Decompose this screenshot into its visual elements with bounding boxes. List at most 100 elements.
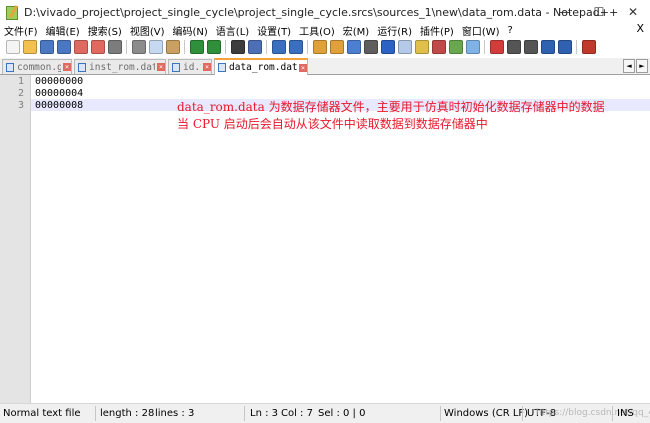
- toolbar: [0, 38, 650, 56]
- tab-label: id.v: [183, 61, 201, 73]
- menu-language[interactable]: 语言(L): [212, 23, 253, 38]
- status-lines: lines : 3: [155, 408, 195, 419]
- tab-close-icon[interactable]: ×: [157, 63, 165, 71]
- toolbar-separator: [484, 40, 485, 54]
- line-number: 2: [17, 88, 24, 99]
- tab-common-go[interactable]: common.go ×: [2, 59, 72, 74]
- toolbar-separator: [266, 40, 267, 54]
- open-file-icon[interactable]: [22, 40, 37, 54]
- tab-label: inst_rom.data: [89, 61, 155, 73]
- menu-bar: 文件(F) 编辑(E) 搜索(S) 视图(V) 编码(N) 语言(L) 设置(T…: [0, 22, 650, 38]
- redo-icon[interactable]: [206, 40, 221, 54]
- tab-close-icon[interactable]: ×: [203, 63, 211, 71]
- code-line: 00000000: [35, 76, 84, 87]
- window-title: D:\vivado_project\project_single_cycle\p…: [24, 5, 619, 19]
- stop-macro-icon[interactable]: [506, 40, 521, 54]
- word-wrap-icon[interactable]: [346, 40, 361, 54]
- tab-scroll-controls: ◄ ►: [622, 59, 648, 73]
- tab-data-rom-data[interactable]: data_rom.data ×: [214, 58, 308, 75]
- sync-vertical-icon[interactable]: [312, 40, 327, 54]
- code-line: 00000008: [35, 100, 84, 111]
- line-number: 1: [17, 76, 24, 87]
- save-all-icon[interactable]: [56, 40, 71, 54]
- window-controls: — ☐ ✕: [548, 0, 650, 24]
- spell-check-icon[interactable]: [581, 40, 596, 54]
- maximize-button[interactable]: ☐: [582, 0, 616, 24]
- function-list-icon[interactable]: [431, 40, 446, 54]
- status-insert-mode[interactable]: INS: [617, 408, 634, 419]
- tab-inst-rom-data[interactable]: inst_rom.data ×: [74, 59, 166, 74]
- show-all-chars-icon[interactable]: [363, 40, 378, 54]
- close-document-button[interactable]: X: [636, 22, 644, 35]
- file-icon: [78, 62, 86, 72]
- close-all-icon[interactable]: [90, 40, 105, 54]
- play-macro-icon[interactable]: [523, 40, 538, 54]
- tab-id-v[interactable]: id.v ×: [168, 59, 212, 74]
- run-macro-multiple-icon[interactable]: [540, 40, 555, 54]
- monitoring-icon[interactable]: [465, 40, 480, 54]
- print-icon[interactable]: [107, 40, 122, 54]
- indent-guide-icon[interactable]: [380, 40, 395, 54]
- doc-map-icon[interactable]: [414, 40, 429, 54]
- file-icon: [6, 62, 14, 72]
- annotation-note: 当 CPU 启动后会自动从该文件中读取数据到数据存储器中: [177, 117, 488, 131]
- status-eol[interactable]: Windows (CR LF): [444, 408, 528, 419]
- menu-tools[interactable]: 工具(O): [295, 23, 339, 38]
- new-file-icon[interactable]: [5, 40, 20, 54]
- save-macro-icon[interactable]: [557, 40, 572, 54]
- status-line: Ln : 3: [250, 408, 278, 419]
- copy-icon[interactable]: [148, 40, 163, 54]
- toolbar-separator: [307, 40, 308, 54]
- code-line: 00000004: [35, 88, 84, 99]
- close-icon[interactable]: [73, 40, 88, 54]
- title-bar: D:\vivado_project\project_single_cycle\p…: [0, 0, 650, 24]
- toolbar-separator: [126, 40, 127, 54]
- record-macro-icon[interactable]: [489, 40, 504, 54]
- menu-encoding[interactable]: 编码(N): [169, 23, 212, 38]
- menu-edit[interactable]: 编辑(E): [42, 23, 84, 38]
- tab-scroll-right-icon[interactable]: ►: [636, 59, 648, 73]
- menu-plugins[interactable]: 插件(P): [416, 23, 458, 38]
- zoom-out-icon[interactable]: [288, 40, 303, 54]
- status-selection: Sel : 0 | 0: [318, 408, 366, 419]
- menu-file[interactable]: 文件(F): [0, 23, 42, 38]
- language-icon[interactable]: [397, 40, 412, 54]
- file-icon: [172, 62, 180, 72]
- menu-help[interactable]: ?: [504, 25, 517, 36]
- zoom-in-icon[interactable]: [271, 40, 286, 54]
- status-file-type: Normal text file: [3, 408, 81, 419]
- tab-label: data_rom.data: [229, 62, 297, 73]
- line-number: 3: [17, 100, 24, 111]
- tab-bar: common.go × inst_rom.data × id.v × data_…: [0, 58, 650, 75]
- close-window-button[interactable]: ✕: [616, 0, 650, 24]
- cut-icon[interactable]: [131, 40, 146, 54]
- menu-run[interactable]: 运行(R): [373, 23, 416, 38]
- minimize-button[interactable]: —: [548, 0, 582, 24]
- folder-workspace-icon[interactable]: [448, 40, 463, 54]
- file-icon: [218, 63, 226, 72]
- replace-icon[interactable]: [247, 40, 262, 54]
- sync-horizontal-icon[interactable]: [329, 40, 344, 54]
- tab-label: common.go: [17, 61, 61, 73]
- tab-close-icon[interactable]: ×: [63, 63, 71, 71]
- menu-search[interactable]: 搜索(S): [84, 23, 126, 38]
- line-number-gutter: 1 2 3: [0, 75, 31, 403]
- tab-scroll-left-icon[interactable]: ◄: [623, 59, 635, 73]
- menu-macro[interactable]: 宏(M): [339, 23, 373, 38]
- annotation-note: data_rom.data 为数据存储器文件，主要用于仿真时初始化数据存储器中的…: [177, 100, 605, 114]
- toolbar-separator: [184, 40, 185, 54]
- save-icon[interactable]: [39, 40, 54, 54]
- tab-close-icon[interactable]: ×: [299, 63, 307, 72]
- editor-area[interactable]: 1 2 3 00000000 00000004 00000008 data_ro…: [0, 75, 650, 403]
- toolbar-separator: [576, 40, 577, 54]
- menu-settings[interactable]: 设置(T): [253, 23, 295, 38]
- find-icon[interactable]: [230, 40, 245, 54]
- menu-window[interactable]: 窗口(W): [458, 23, 504, 38]
- undo-icon[interactable]: [189, 40, 204, 54]
- notepadpp-app-icon: [5, 5, 19, 20]
- menu-view[interactable]: 视图(V): [126, 23, 169, 38]
- paste-icon[interactable]: [165, 40, 180, 54]
- status-length: length : 28: [100, 408, 155, 419]
- status-column: Col : 7: [281, 408, 313, 419]
- toolbar-separator: [225, 40, 226, 54]
